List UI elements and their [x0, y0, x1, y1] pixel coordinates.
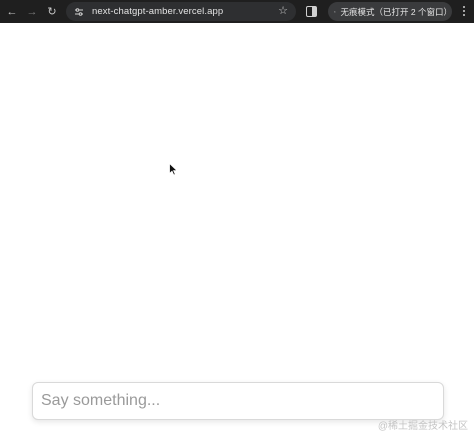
address-url[interactable]: next-chatgpt-amber.vercel.app: [92, 6, 223, 17]
reload-icon: ↻: [47, 6, 57, 18]
browser-menu-button[interactable]: [458, 4, 470, 18]
incognito-label: 无痕模式（已打开 2 个窗口）: [340, 6, 452, 17]
reload-button[interactable]: ↻: [42, 0, 62, 23]
watermark: @稀土掘金技术社区: [377, 421, 468, 432]
kebab-menu-icon: [463, 6, 465, 16]
forward-button[interactable]: →: [22, 0, 42, 23]
side-panel-button[interactable]: [304, 4, 318, 18]
incognito-indicator[interactable]: 无痕模式（已打开 2 个窗口）: [328, 2, 452, 21]
chat-message-input[interactable]: [32, 382, 444, 420]
address-bar[interactable]: next-chatgpt-amber.vercel.app ☆: [66, 2, 296, 21]
mouse-cursor-icon: [169, 162, 179, 181]
side-panel-icon: [305, 5, 317, 17]
arrow-right-icon: →: [26, 5, 38, 18]
star-icon[interactable]: ☆: [278, 4, 288, 17]
tune-icon[interactable]: [72, 5, 86, 19]
incognito-icon: [334, 10, 336, 13]
browser-toolbar: ← → ↻ next-chatgpt-amber.vercel.app ☆ 无痕…: [0, 0, 474, 23]
back-button[interactable]: ←: [2, 0, 22, 23]
arrow-left-icon: ←: [6, 5, 18, 18]
